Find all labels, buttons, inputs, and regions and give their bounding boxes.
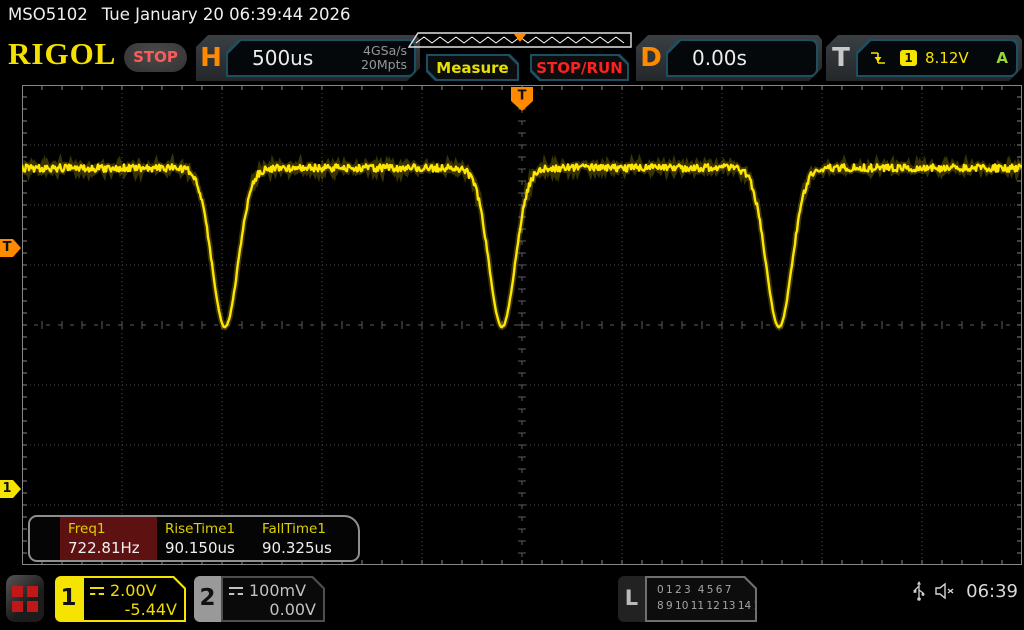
delay-label: D	[640, 43, 662, 73]
acquisition-status-badge: STOP	[124, 43, 187, 72]
delay-box[interactable]: 0.00s	[666, 39, 818, 77]
model-name: MSO5102	[8, 5, 88, 24]
channel1-ground-marker[interactable]: 1	[0, 480, 21, 498]
trigger-level-value: 8.12V	[925, 49, 969, 67]
digital-channels-row1: 0 1 2 3 4 5 6 7	[657, 584, 732, 596]
channel1-scale: 2.00V	[110, 581, 157, 600]
channel1-offset: -5.44V	[124, 600, 177, 619]
svg-text:T: T	[518, 89, 527, 104]
falling-edge-icon	[870, 50, 886, 66]
header-bar: RIGOL STOP H 500us 4GSa/s 20Mpts Measure…	[0, 30, 1024, 85]
trigger-label: T	[832, 43, 850, 73]
trigger-box[interactable]: 1 8.12V A	[856, 39, 1018, 77]
usb-icon	[913, 581, 925, 601]
horizontal-label: H	[200, 43, 222, 73]
logic-analyzer-box[interactable]: L 0 1 2 3 4 5 6 7 8 9 10 11 12 13 14 15	[618, 576, 757, 622]
dc-coupling-icon	[229, 587, 243, 595]
trigger-source-badge: 1	[900, 50, 917, 66]
datetime-text: Tue January 20 06:39:44 2026	[101, 5, 351, 24]
clock: 06:39	[966, 580, 1018, 602]
timebase-box[interactable]: 500us 4GSa/s 20Mpts	[226, 39, 416, 77]
trigger-settings-button[interactable]: T 1 8.12V A	[826, 35, 1022, 81]
channel2-tab[interactable]: 2	[194, 576, 221, 622]
delay-value: 0.00s	[692, 46, 747, 70]
measurement-freq1[interactable]: Freq1 722.81Hz	[60, 517, 157, 560]
channel1-box[interactable]: 1 2.00V -5.44V	[55, 576, 186, 622]
digital-channels-row2: 8 9 10 11 12 13 14 15	[657, 600, 767, 613]
acquisition-info: 4GSa/s 20Mpts	[361, 44, 414, 73]
menu-button[interactable]	[6, 575, 44, 622]
stop-run-button[interactable]: STOP/RUN	[530, 54, 629, 81]
channel1-tab[interactable]: 1	[55, 576, 82, 622]
channel2-offset: 0.00V	[269, 600, 316, 619]
sample-rate: 4GSa/s	[363, 42, 407, 58]
memory-depth: 20Mpts	[360, 57, 407, 72]
measurement-risetime1[interactable]: RiseTime1 90.150us	[157, 517, 254, 560]
dc-coupling-icon	[90, 587, 104, 595]
logic-analyzer-tab[interactable]: L	[618, 576, 645, 622]
memory-position-indicator[interactable]	[407, 32, 632, 49]
trigger-sweep-mode: A	[996, 49, 1008, 67]
delay-settings-button[interactable]: D 0.00s	[636, 35, 822, 81]
measure-button[interactable]: Measure	[426, 54, 519, 81]
waveform-display[interactable]: T	[19, 85, 1024, 565]
speaker-muted-icon[interactable]	[934, 582, 958, 600]
rigol-logo: RIGOL	[8, 36, 117, 71]
trigger-level-marker[interactable]: T	[0, 239, 21, 257]
channel2-scale: 100mV	[249, 581, 307, 600]
titlebar: MSO5102 Tue January 20 06:39:44 2026	[0, 0, 1024, 30]
channel2-box[interactable]: 2 100mV 0.00V	[194, 576, 325, 622]
measurement-falltime1[interactable]: FallTime1 90.325us	[254, 517, 351, 560]
measurement-panel: Freq1 722.81Hz RiseTime1 90.150us FallTi…	[28, 515, 360, 562]
timebase-value: 500us	[252, 46, 314, 70]
bottom-status-bar: 1 2.00V -5.44V 2 100mV 0.00V L 0 1 2 3 4…	[0, 572, 1024, 630]
horizontal-settings-button[interactable]: H 500us 4GSa/s 20Mpts	[196, 35, 420, 81]
